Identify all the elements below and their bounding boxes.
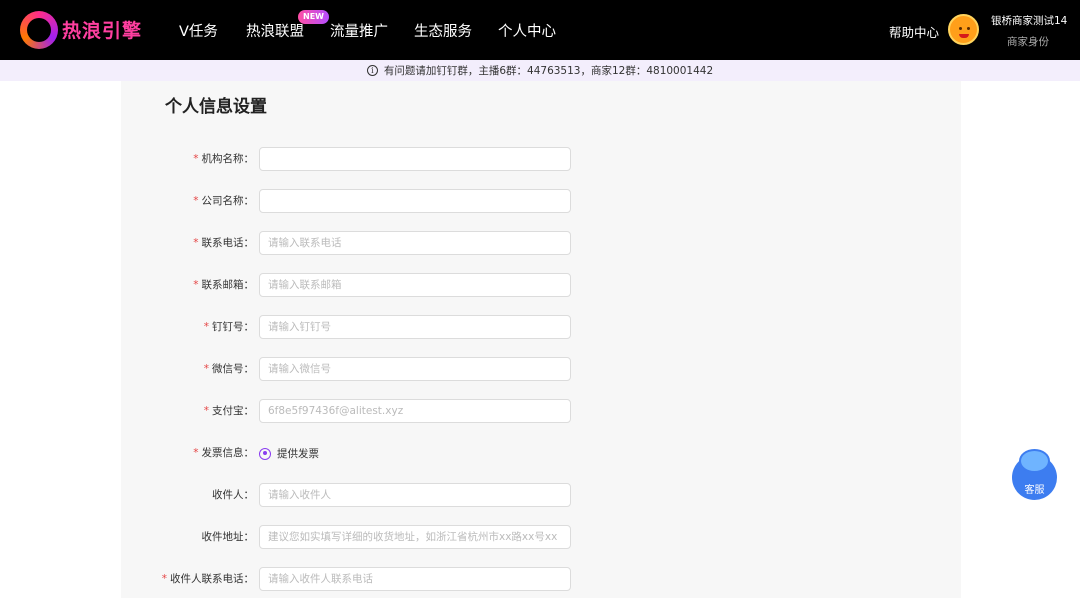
nav-item-eco-service[interactable]: 生态服务 xyxy=(414,20,472,41)
avatar[interactable] xyxy=(948,14,979,45)
form-row-alipay: * 支付宝： 6f8e5f97436f@alitest.xyz xyxy=(121,399,581,423)
user-role: 商家身份 xyxy=(1007,36,1049,48)
phone-input[interactable] xyxy=(259,231,571,255)
invoice-radio-option[interactable]: 提供发票 xyxy=(259,446,319,461)
form-row-wechat: * 微信号： xyxy=(121,357,581,381)
alipay-field[interactable]: 6f8e5f97436f@alitest.xyz xyxy=(259,399,571,423)
address-input[interactable] xyxy=(259,525,571,549)
form-row-dingtalk: * 钉钉号： xyxy=(121,315,581,339)
new-badge: NEW xyxy=(298,10,329,24)
nav-item-personal-center[interactable]: 个人中心 xyxy=(498,20,556,41)
nav-item-traffic-promotion[interactable]: 流量推广 xyxy=(330,20,388,41)
brand-logo-icon[interactable] xyxy=(20,11,58,49)
customer-service-button[interactable]: 客服 xyxy=(1012,449,1057,500)
form-row-address: 收件地址： xyxy=(121,525,581,549)
company-name-input[interactable] xyxy=(259,189,571,213)
field-label: * 支付宝： xyxy=(203,405,254,417)
dingtalk-input[interactable] xyxy=(259,315,571,339)
nav-item-alliance[interactable]: 热浪联盟 xyxy=(246,20,304,41)
info-icon: i xyxy=(366,65,378,76)
field-label: * 机构名称： xyxy=(193,153,254,165)
form-row-recipient-phone: * 收件人联系电话： xyxy=(121,567,581,591)
mascot-icon xyxy=(1019,449,1050,473)
user-name[interactable]: 银桥商家测试14 xyxy=(991,13,1067,28)
field-label: * 公司名称： xyxy=(193,195,254,207)
radio-label[interactable]: 提供发票 xyxy=(277,446,319,461)
recipient-input[interactable] xyxy=(259,483,571,507)
field-label: * 微信号： xyxy=(203,363,254,375)
help-center-link[interactable]: 帮助中心 xyxy=(889,22,939,41)
top-navbar: 热浪引擎 V任务 热浪联盟 NEW 流量推广 生态服务 个人中心 帮助中心 银桥… xyxy=(0,0,1080,60)
form-row-phone: * 联系电话： xyxy=(121,231,581,255)
wechat-input[interactable] xyxy=(259,357,571,381)
form-row-email: * 联系邮箱： xyxy=(121,273,581,297)
form-row-org-name: * 机构名称： xyxy=(121,147,581,171)
field-label: * 收件人联系电话： xyxy=(161,573,254,585)
form-row-recipient: 收件人： xyxy=(121,483,581,507)
radio-checked-icon[interactable] xyxy=(259,447,271,460)
field-label: 收件人： xyxy=(212,489,254,501)
nav-item-v-task[interactable]: V任务 xyxy=(179,20,218,41)
field-label: * 发票信息： xyxy=(193,447,254,459)
email-input[interactable] xyxy=(259,273,571,297)
form-row-invoice: * 发票信息： 提供发票 xyxy=(121,441,581,465)
field-label: * 联系邮箱： xyxy=(193,279,254,291)
page-title: 个人信息设置 xyxy=(165,97,267,117)
field-label: * 钉钉号： xyxy=(203,321,254,333)
recipient-phone-input[interactable] xyxy=(259,567,571,591)
notice-text: 有问题请加钉钉群，主播6群：44763513，商家12群：4810001442 xyxy=(383,65,714,77)
notice-bar: i 有问题请加钉钉群，主播6群：44763513，商家12群：481000144… xyxy=(0,60,1080,81)
customer-service-label: 客服 xyxy=(1024,485,1045,496)
brand-name[interactable]: 热浪引擎 xyxy=(62,16,142,43)
field-label: 收件地址： xyxy=(201,531,255,543)
form-row-company-name: * 公司名称： xyxy=(121,189,581,213)
field-label: * 联系电话： xyxy=(193,237,254,249)
org-name-input[interactable] xyxy=(259,147,571,171)
